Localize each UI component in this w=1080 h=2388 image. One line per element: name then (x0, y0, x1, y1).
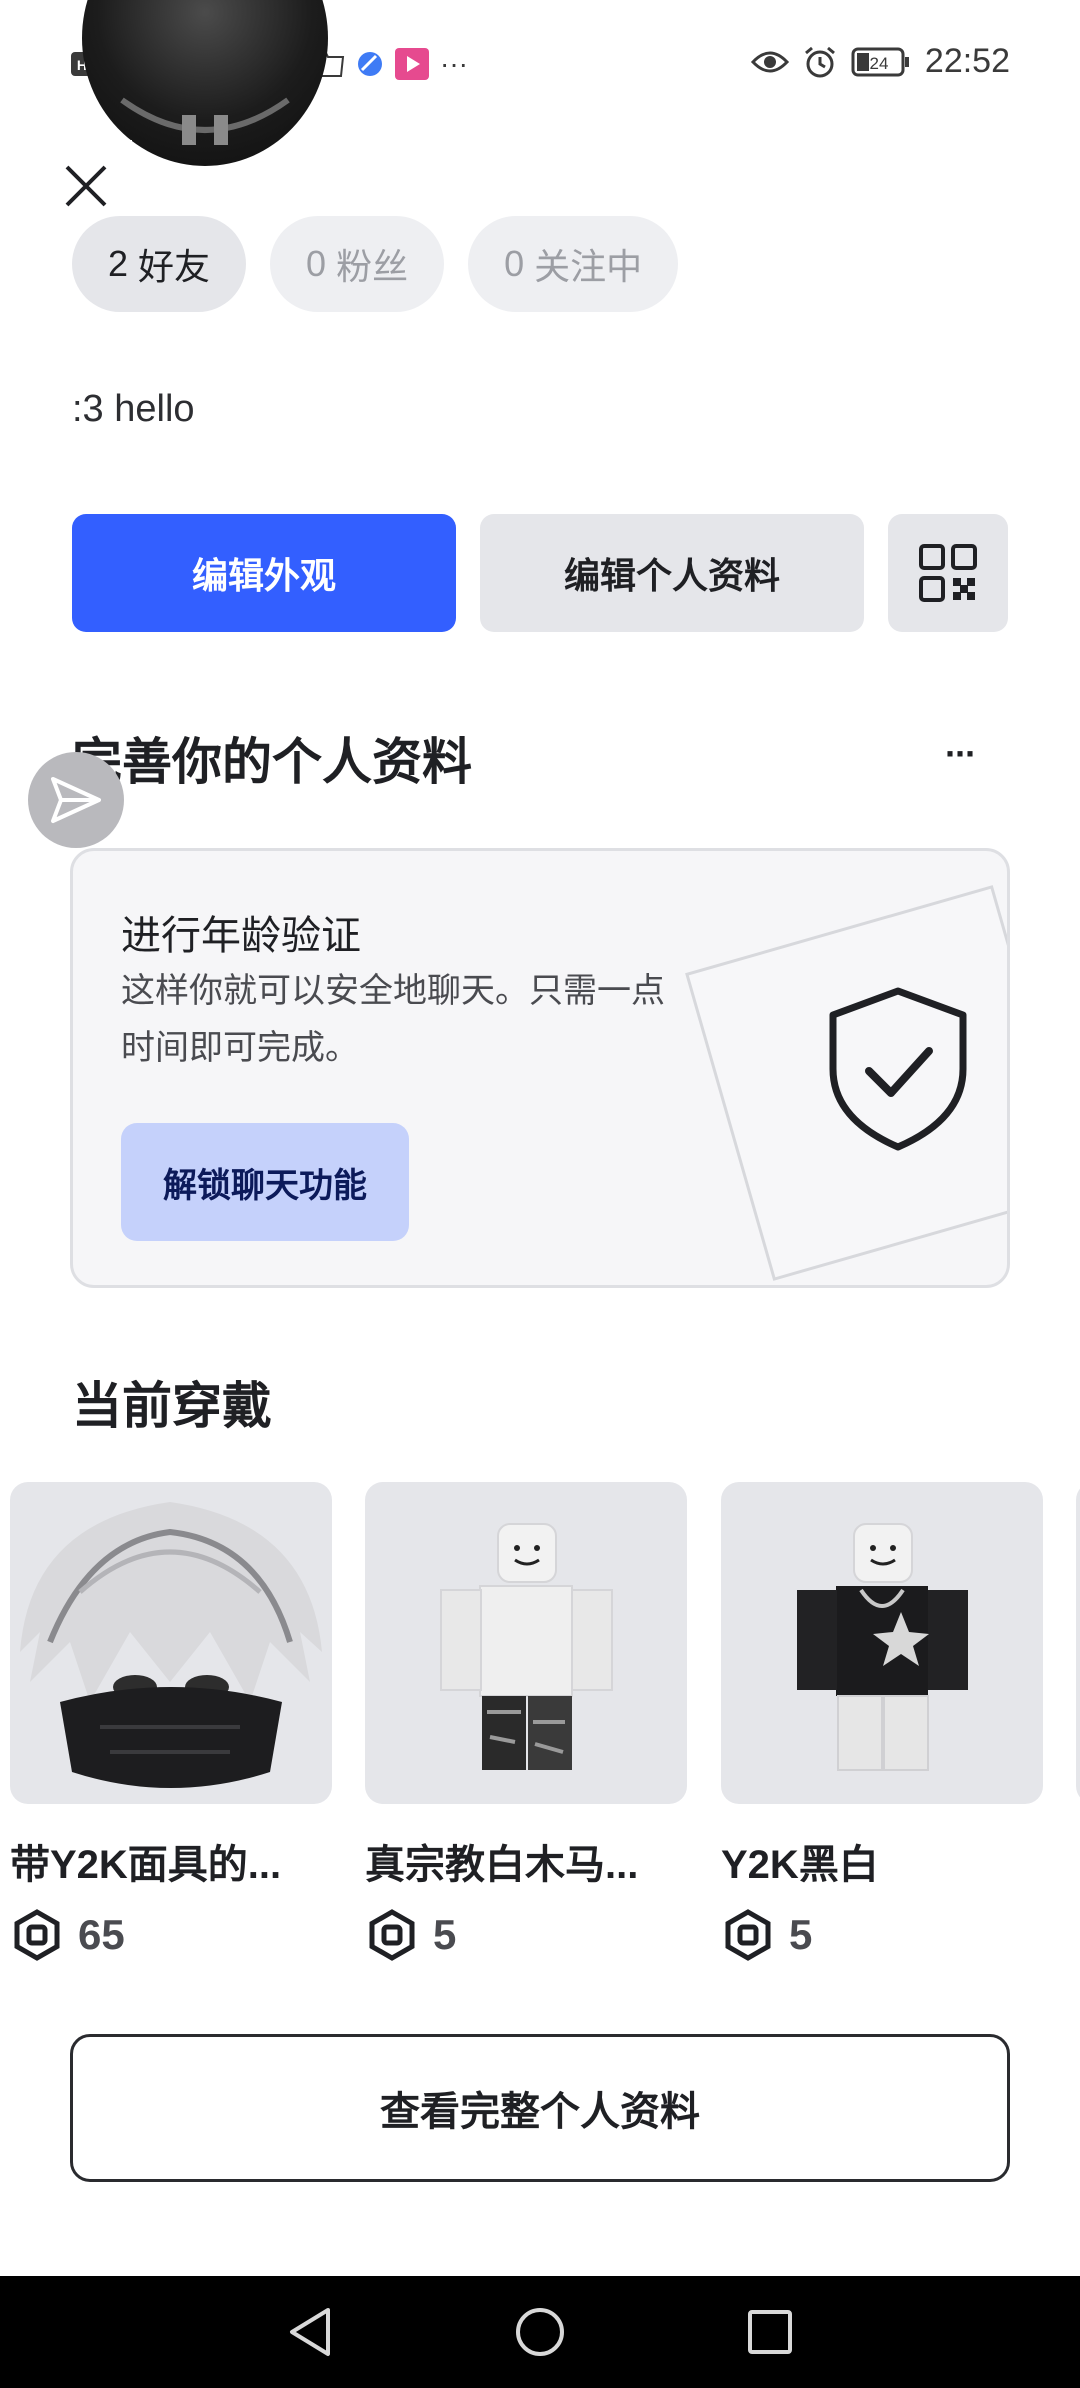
wearing-item[interactable]: Y2K黑白 5 (721, 1482, 1043, 1962)
profile-bio: :3 hello (72, 388, 195, 430)
item-name: Y2K黑白 (721, 1843, 879, 1887)
friends-pill[interactable]: 2 好友 (72, 216, 247, 312)
hair-mask-avatar-thumbnail (10, 1482, 332, 1804)
wearing-item[interactable]: 带Y2K面具的... 65 (10, 1482, 332, 1962)
clock: 22:52 (924, 42, 1010, 80)
action-buttons: 编辑外观 编辑个人资料 (72, 514, 1008, 632)
robux-icon (14, 1909, 60, 1961)
item-name: 真宗教白木马... (365, 1843, 639, 1887)
wearing-items: 带Y2K面具的... 65 真宗教白木马... 5 Y2K黑白 5 (10, 1482, 1080, 1972)
following-label: 关注中 (534, 246, 643, 287)
recents-button[interactable] (742, 2304, 798, 2360)
home-circle-icon (516, 2308, 564, 2356)
friends-label: 好友 (138, 246, 211, 287)
svg-text:24: 24 (869, 54, 888, 73)
close-icon (65, 165, 107, 207)
followers-pill[interactable]: 0 粉丝 (270, 216, 445, 312)
item-price-value: 65 (78, 1911, 125, 1958)
status-right-icons: 24 22:52 (750, 42, 1010, 81)
item-price-value: 5 (789, 1911, 813, 1958)
more-notifications-icon: ··· (440, 48, 468, 79)
black-white-outfit-avatar-thumbnail (721, 1482, 1043, 1804)
item-price: 5 (365, 1908, 687, 1962)
wearing-item[interactable]: 真宗教白木马... 5 (365, 1482, 687, 1962)
followers-label: 粉丝 (336, 246, 409, 287)
more-options-button[interactable]: ··· (928, 730, 992, 778)
complete-profile-title: 完善你的个人资料 (72, 734, 472, 790)
recents-square-icon (748, 2310, 792, 2354)
back-triangle-icon (290, 2308, 330, 2356)
item-name: 带Y2K面具的... (10, 1843, 282, 1887)
share-floating-button[interactable] (28, 752, 124, 848)
followers-count: 0 (306, 243, 327, 284)
item-price-value: 5 (433, 1911, 457, 1958)
following-count: 0 (504, 243, 525, 284)
home-button[interactable] (512, 2304, 568, 2360)
currently-wearing-title: 当前穿戴 (72, 1378, 272, 1434)
profile-page: HD 5G (0, 0, 1080, 2388)
robux-icon (369, 1909, 415, 1961)
eye-icon (750, 48, 789, 76)
video-app-icon (394, 47, 430, 81)
age-verification-description: 这样你就可以安全地聊天。只需一点时间即可完成。 (121, 972, 665, 1067)
item-price: 5 (721, 1908, 1043, 1962)
battery-icon: 24 (851, 46, 911, 78)
following-pill[interactable]: 0 关注中 (468, 216, 679, 312)
item-price: 65 (10, 1908, 332, 1962)
shield-check-icon (829, 987, 967, 1151)
white-outfit-avatar-thumbnail (365, 1482, 687, 1804)
send-icon (51, 777, 101, 823)
edit-profile-button[interactable]: 编辑个人资料 (480, 514, 864, 632)
edit-avatar-button[interactable]: 编辑外观 (72, 514, 456, 632)
alarm-icon (803, 45, 837, 79)
stats-row: 2 好友 0 粉丝 0 关注中 (72, 216, 679, 312)
view-full-profile-button[interactable]: 查看完整个人资料 (70, 2034, 1010, 2182)
next-item-peek[interactable] (1076, 1482, 1080, 1804)
back-button[interactable] (282, 2304, 338, 2360)
qr-code-button[interactable] (888, 514, 1008, 632)
friends-count: 2 (108, 243, 129, 284)
system-nav-bar (0, 2276, 1080, 2388)
age-verification-title: 进行年龄验证 (121, 914, 361, 958)
blue-app-icon (356, 50, 384, 78)
unlock-chat-button[interactable]: 解锁聊天功能 (121, 1123, 409, 1241)
robux-icon (725, 1909, 771, 1961)
qr-code-icon (919, 544, 977, 602)
age-verification-card: 进行年龄验证 这样你就可以安全地聊天。只需一点时间即可完成。 解锁聊天功能 (70, 848, 1010, 1288)
more-options-icon: ··· (945, 733, 977, 774)
